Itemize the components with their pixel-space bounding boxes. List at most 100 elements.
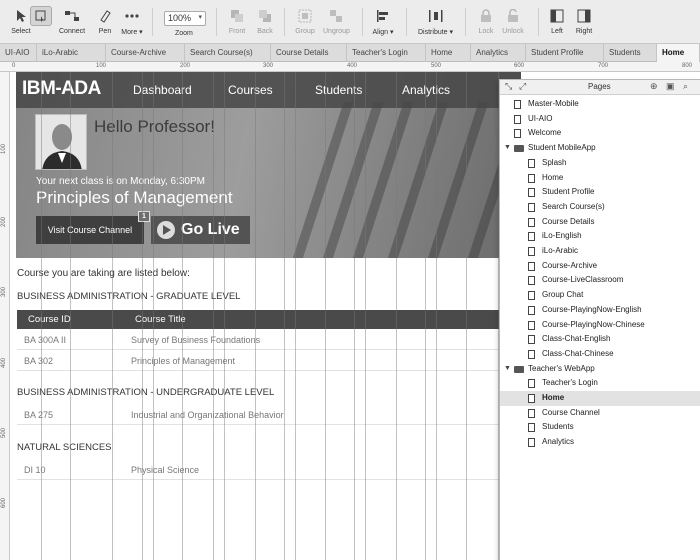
nav-students[interactable]: Students	[315, 83, 362, 97]
tab-ui-aio[interactable]: UI-AIO	[0, 44, 37, 62]
tab-student-profile[interactable]: Student Profile	[526, 44, 604, 62]
page-item-label: Student MobileApp	[528, 143, 596, 153]
front-tool[interactable]: Front	[226, 6, 248, 35]
more-dots-icon	[121, 6, 143, 26]
page-item[interactable]: Class-Chat-English	[500, 332, 700, 347]
page-item[interactable]: Teacher's Login	[500, 376, 700, 391]
connect-tool[interactable]: Connect	[59, 6, 85, 35]
page-item[interactable]: Search Course(s)	[500, 200, 700, 215]
page-icon	[528, 408, 535, 418]
lock-tool[interactable]: Lock	[475, 6, 497, 35]
page-item[interactable]: Course-PlayingNow-English	[500, 303, 700, 318]
front-tool-label: Front	[228, 28, 246, 35]
pen-tool-label: Pen	[98, 28, 112, 35]
page-item[interactable]: Student Profile	[500, 185, 700, 200]
toolbar-separator	[406, 8, 407, 36]
add-folder-icon[interactable]: ▣	[666, 81, 675, 92]
page-item[interactable]: Group Chat	[500, 288, 700, 303]
page-item[interactable]: Course Details	[500, 215, 700, 230]
page-icon	[528, 394, 535, 403]
connect-icon	[61, 6, 83, 26]
more-tool-label: More ▾	[121, 29, 143, 36]
page-item-label: Students	[542, 422, 574, 432]
align-tool-label: Align ▾	[372, 29, 394, 36]
group-tool-label: Group	[295, 28, 315, 35]
visit-course-channel-button[interactable]: Visit Course Channel	[36, 216, 144, 244]
back-tool[interactable]: Back	[254, 6, 276, 35]
page-item[interactable]: ▼ Teacher's WebApp	[500, 362, 700, 377]
page-icon	[528, 305, 535, 315]
ruler-tick: 200	[1, 216, 7, 227]
page-item[interactable]: Course Channel	[500, 406, 700, 421]
nav-courses[interactable]: Courses	[228, 83, 273, 97]
collapse-icon[interactable]: ⤡	[505, 81, 512, 92]
ruler-tick: 500	[431, 63, 442, 69]
layout-guide	[425, 72, 426, 560]
pen-tool[interactable]: Pen	[94, 6, 116, 35]
page-item[interactable]: Course-LiveClassroom	[500, 273, 700, 288]
ungroup-tool[interactable]: Ungroup	[323, 6, 350, 35]
go-live-button[interactable]: Go Live	[151, 216, 250, 244]
page-icon	[528, 232, 535, 242]
tab-home-active[interactable]: Home	[657, 44, 700, 62]
nav-analytics[interactable]: Analytics	[402, 83, 450, 97]
layout-guide	[325, 72, 326, 560]
expand-arrow-icon[interactable]: ▼	[504, 141, 511, 156]
tab-course-details[interactable]: Course Details	[271, 44, 347, 62]
next-class-info: Your next class is on Monday, 6:30PM	[36, 176, 205, 187]
page-item[interactable]: Home	[500, 171, 700, 186]
tab-search-courses[interactable]: Search Course(s)	[185, 44, 271, 62]
page-item[interactable]: Welcome	[500, 126, 700, 141]
page-item[interactable]: Home	[500, 391, 700, 406]
tab-teachers-login[interactable]: Teacher's Login	[347, 44, 426, 62]
distribute-tool[interactable]: Distribute ▾	[418, 6, 453, 36]
layout-guide	[70, 72, 71, 560]
toolbar-separator	[362, 8, 363, 36]
page-item[interactable]: Course-PlayingNow-Chinese	[500, 318, 700, 333]
tab-label: Home	[662, 48, 685, 57]
page-icon	[514, 100, 521, 109]
page-item-label: Welcome	[528, 128, 562, 138]
more-tool[interactable]: More ▾	[121, 6, 143, 36]
tab-ilo-arabic[interactable]: iLo-Arabic	[37, 44, 106, 62]
page-item[interactable]: UI-AIO	[500, 112, 700, 127]
page-icon	[528, 247, 535, 256]
lock-tool-label: Lock	[478, 28, 494, 35]
channel-button-label: Visit Course Channel	[47, 225, 133, 235]
page-item[interactable]: Class-Chat-Chinese	[500, 347, 700, 362]
page-item[interactable]: Master-Mobile	[500, 97, 700, 112]
page-item[interactable]: Splash	[500, 156, 700, 171]
left-panel-label: Left	[551, 28, 563, 35]
group-tool[interactable]: Group	[294, 6, 316, 35]
align-tool[interactable]: Align ▾	[372, 6, 394, 36]
unlock-tool[interactable]: Unlock	[502, 6, 524, 35]
tab-label: Search Course(s)	[190, 48, 253, 57]
tab-analytics[interactable]: Analytics	[471, 44, 526, 62]
expand-arrow-icon[interactable]: ▼	[504, 362, 511, 377]
search-icon[interactable]: ⌕	[683, 81, 688, 92]
tab-students[interactable]: Students	[604, 44, 657, 62]
page-item[interactable]: ▼ Student MobileApp	[500, 141, 700, 156]
current-course-title: Principles of Management	[36, 188, 233, 207]
page-item[interactable]: Course-Archive	[500, 259, 700, 274]
page-item[interactable]: iLo-Arabic	[500, 244, 700, 259]
left-panel-tool[interactable]: Left	[546, 6, 568, 35]
course-id-cell: DI 10	[24, 465, 46, 475]
select-alt-tool[interactable]	[30, 6, 52, 28]
tab-course-archive[interactable]: Course-Archive	[106, 44, 185, 62]
folder-icon	[514, 365, 524, 373]
page-item[interactable]: Analytics	[500, 435, 700, 450]
ruler-tick: 100	[1, 143, 7, 154]
add-page-icon[interactable]: ⊕	[650, 81, 658, 92]
expand-icon[interactable]: ⤢	[519, 81, 526, 92]
ruler-tick: 700	[598, 63, 609, 69]
page-icon	[528, 438, 535, 448]
brand-logo[interactable]: IBM-ADA	[22, 78, 101, 100]
tab-home[interactable]: Home	[426, 44, 471, 62]
page-item[interactable]: iLo-English	[500, 229, 700, 244]
select-tool[interactable]: Select	[10, 6, 32, 35]
page-item-label: Course-Archive	[542, 260, 598, 270]
page-item[interactable]: Students	[500, 420, 700, 435]
right-panel-tool[interactable]: Right	[573, 6, 595, 35]
zoom-select[interactable]: 100% ▾	[164, 11, 206, 26]
